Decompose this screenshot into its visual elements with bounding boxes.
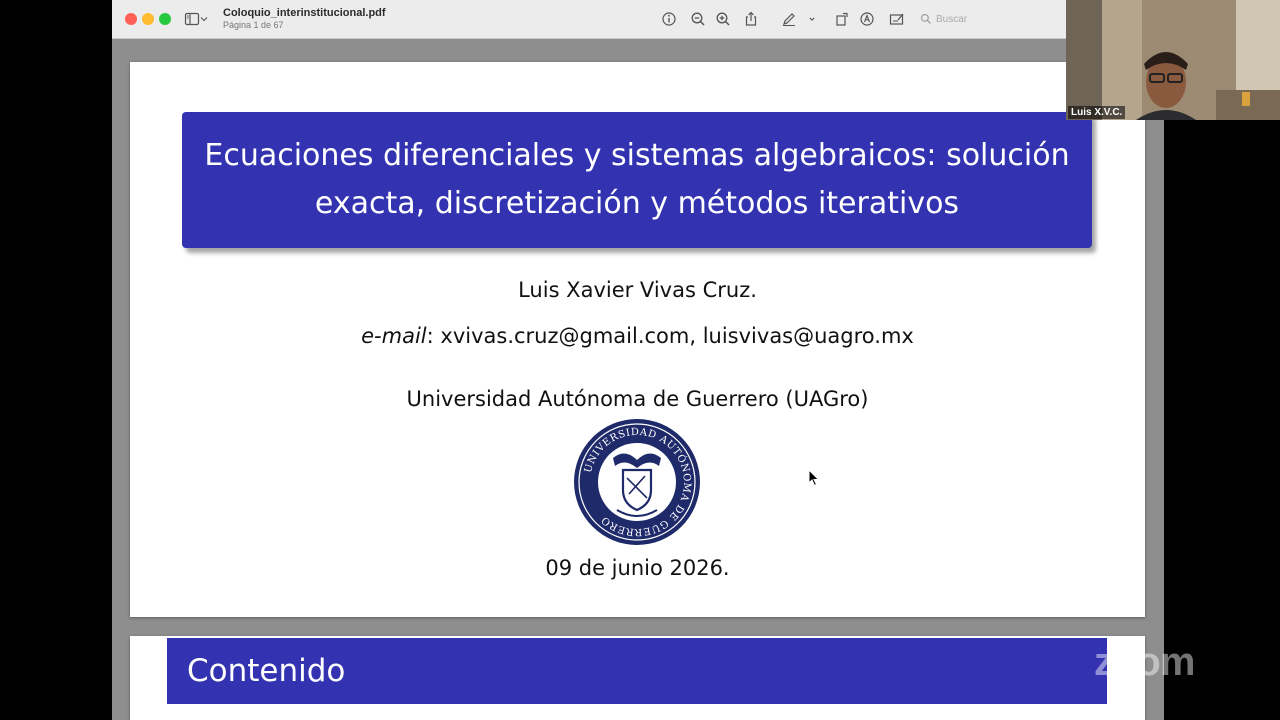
slide2-title-bar: Contenido (167, 638, 1107, 704)
author-name: Luis Xavier Vivas Cruz. (518, 278, 757, 302)
document-title: Coloquio_interinstitucional.pdf (223, 7, 386, 19)
form-fill-icon[interactable] (887, 9, 907, 29)
zoom-out-icon[interactable] (688, 9, 708, 29)
zoom-watermark-logo: zoom (1094, 640, 1195, 684)
info-icon[interactable] (659, 9, 679, 29)
slide-title: Ecuaciones diferenciales y sistemas alge… (204, 138, 1070, 221)
institution-name: Universidad Autónoma de Guerrero (UAGro) (406, 387, 869, 411)
close-window-button[interactable] (125, 13, 137, 25)
email-line: e-mail: xvivas.cruz@gmail.com, luisvivas… (130, 324, 1145, 348)
pdf-page-1: Ecuaciones diferenciales y sistemas alge… (130, 62, 1145, 617)
email-addresses: : xvivas.cruz@gmail.com, luisvivas@uagro… (426, 324, 914, 348)
rotate-icon[interactable] (832, 9, 852, 29)
email-label: e-mail (361, 324, 427, 348)
slide2-title: Contenido (187, 653, 346, 689)
search-icon (920, 13, 931, 24)
zoom-window-button[interactable] (159, 13, 171, 25)
pdf-page-2: Contenido (130, 636, 1145, 720)
presentation-date: 09 de junio 2026. (545, 556, 730, 580)
slide-title-box: Ecuaciones diferenciales y sistemas alge… (182, 112, 1092, 248)
markup-circle-icon[interactable] (857, 9, 877, 29)
participant-video-tile[interactable]: Luis X.V.C. (1066, 0, 1280, 120)
chevron-down-icon[interactable] (806, 9, 818, 29)
minimize-window-button[interactable] (142, 13, 154, 25)
chevron-down-icon[interactable] (198, 9, 210, 29)
search-field[interactable]: Buscar (920, 9, 1060, 29)
pdf-viewer-window: Coloquio_interinstitucional.pdf Página 1… (112, 0, 1164, 720)
page-indicator: Página 1 de 67 (223, 20, 284, 30)
title-bar: Coloquio_interinstitucional.pdf Página 1… (112, 0, 1164, 39)
share-icon[interactable] (741, 9, 761, 29)
webcam-feed-image (1066, 0, 1280, 120)
markup-pen-icon[interactable] (779, 9, 799, 29)
search-placeholder: Buscar (936, 13, 968, 25)
pointer-cursor-icon (808, 469, 820, 487)
participant-name-label: Luis X.V.C. (1068, 106, 1126, 119)
university-seal-logo: UNIVERSIDAD AUTÓNOMA DE GUERRERO (574, 419, 700, 545)
zoom-in-icon[interactable] (713, 9, 733, 29)
